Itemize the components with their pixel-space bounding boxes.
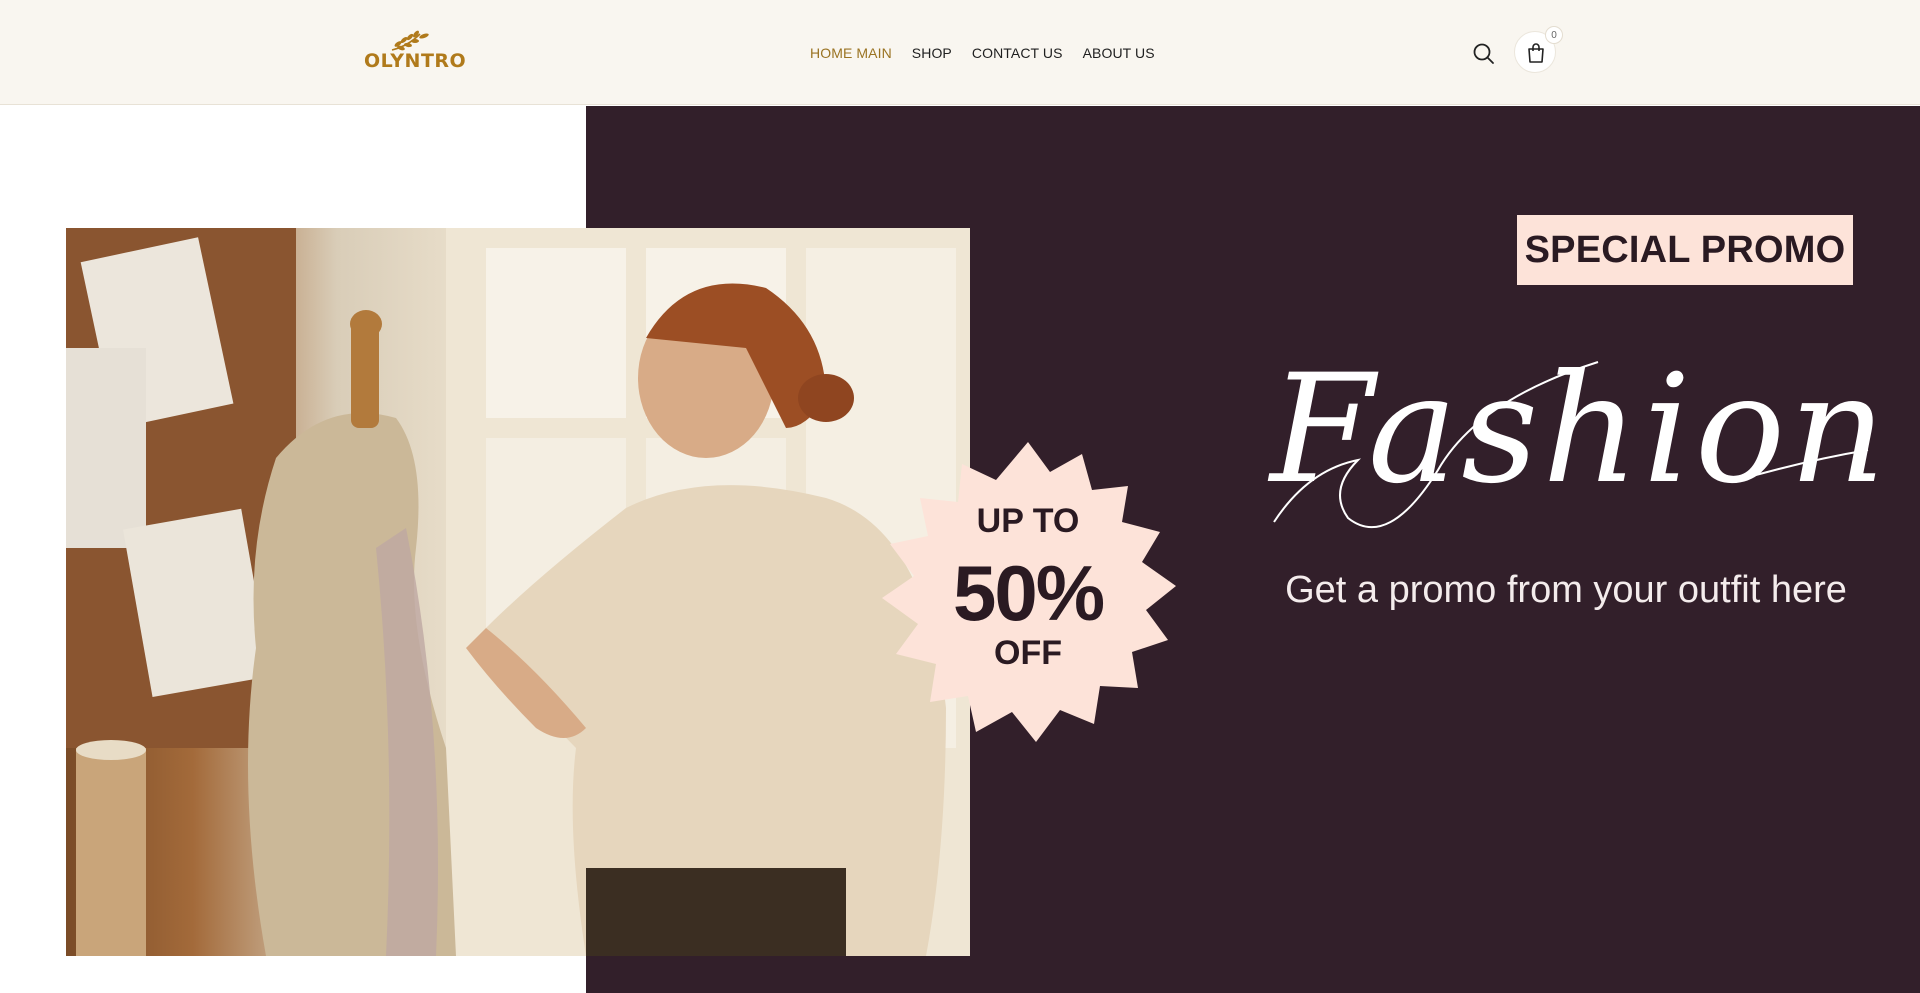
nav-home-main[interactable]: HOME MAIN	[800, 45, 902, 61]
hero-subtitle: Get a promo from your outfit here	[1285, 569, 1847, 611]
nav-about-us[interactable]: ABOUT US	[1073, 45, 1165, 61]
nav-contact-us[interactable]: CONTACT US	[962, 45, 1073, 61]
nav-shop[interactable]: SHOP	[902, 45, 962, 61]
site-logo[interactable]: OLYNTRO	[364, 28, 467, 76]
logo-text: OLYNTRO	[364, 50, 467, 72]
discount-value: 50%	[952, 549, 1105, 637]
cart-count-badge: 0	[1545, 26, 1563, 44]
search-button[interactable]	[1472, 42, 1496, 66]
shopping-bag-icon	[1528, 43, 1544, 63]
search-icon	[1473, 43, 1494, 64]
hero-image	[66, 228, 970, 956]
discount-text: UP TO 50% OFF	[876, 440, 1180, 744]
cart-button[interactable]: 0	[1514, 26, 1563, 73]
hero-title: Fashion	[1270, 343, 1890, 517]
site-header: OLYNTRO HOME MAIN SHOP CONTACT US ABOUT …	[0, 0, 1920, 105]
discount-line-up-to: UP TO	[976, 502, 1080, 540]
special-promo-tag: SPECIAL PROMO	[1517, 215, 1853, 285]
main-nav: HOME MAIN SHOP CONTACT US ABOUT US	[800, 0, 1165, 105]
discount-line-off: OFF	[994, 634, 1062, 672]
